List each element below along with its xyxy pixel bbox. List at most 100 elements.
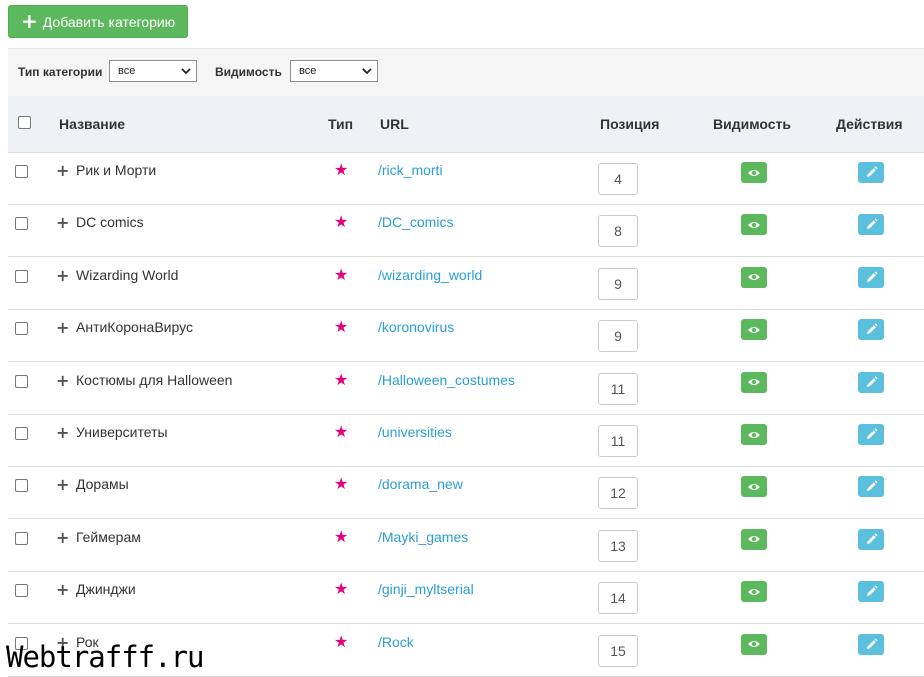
visibility-toggle-button[interactable]	[741, 266, 767, 288]
category-url-link[interactable]: /Rock	[378, 634, 414, 650]
edit-button[interactable]	[858, 214, 884, 236]
visibility-toggle-button[interactable]	[741, 476, 767, 498]
category-type-value: все	[118, 65, 136, 77]
chevron-down-icon	[362, 68, 372, 75]
table-row: + DC comics ★ /DC_comics 8	[8, 204, 924, 258]
visibility-toggle-button[interactable]	[741, 424, 767, 445]
table-row: + Геймерам ★ /Mayki_games 13	[8, 519, 924, 572]
column-header-type[interactable]: Тип	[328, 116, 353, 132]
visibility-toggle-button[interactable]	[741, 371, 767, 393]
edit-button[interactable]	[858, 319, 884, 341]
edit-button[interactable]	[858, 371, 884, 393]
eye-icon	[748, 379, 760, 386]
row-checkbox[interactable]	[15, 427, 28, 440]
visibility-toggle-button[interactable]	[741, 581, 767, 603]
position-input[interactable]: 9	[598, 267, 638, 300]
edit-button[interactable]	[858, 476, 884, 498]
edit-button[interactable]	[858, 633, 884, 655]
position-input[interactable]: 11	[598, 425, 638, 457]
watermark: Webtrafff.ru	[6, 640, 205, 674]
select-all-checkbox[interactable]	[18, 116, 31, 129]
expand-plus-icon[interactable]: +	[56, 580, 69, 599]
row-checkbox[interactable]	[15, 374, 28, 388]
category-url-link[interactable]: /ginji_myltserial	[378, 581, 474, 597]
add-category-label: Добавить категорию	[42, 13, 176, 30]
filter-bar: Тип категории все Видимость все	[8, 48, 924, 97]
eye-icon	[748, 326, 760, 333]
expand-plus-icon[interactable]: +	[56, 318, 69, 337]
position-input[interactable]: 13	[598, 529, 638, 562]
edit-button[interactable]	[858, 528, 884, 550]
category-url-link[interactable]: /wizarding_world	[378, 267, 482, 283]
category-name: Костюмы для Halloween	[76, 371, 233, 388]
position-input[interactable]: 14	[598, 582, 638, 615]
category-url-link[interactable]: /dorama_new	[378, 476, 463, 492]
category-type-label: Тип категории	[18, 65, 103, 79]
row-checkbox[interactable]	[15, 531, 28, 545]
pencil-icon	[866, 271, 878, 282]
row-checkbox[interactable]	[15, 479, 28, 493]
visibility-toggle-button[interactable]	[741, 633, 767, 655]
category-url-link[interactable]: /universities	[378, 424, 452, 440]
column-header-visibility[interactable]: Видимость	[713, 116, 791, 132]
visibility-label: Видимость	[215, 65, 282, 79]
expand-plus-icon[interactable]: +	[56, 423, 69, 442]
column-header-position[interactable]: Позиция	[600, 116, 659, 132]
category-url-link[interactable]: /koronovirus	[378, 319, 454, 335]
pencil-icon	[866, 323, 878, 335]
edit-button[interactable]	[858, 266, 884, 288]
eye-icon	[748, 483, 760, 490]
row-checkbox[interactable]	[15, 322, 28, 336]
edit-button[interactable]	[858, 581, 884, 603]
expand-plus-icon[interactable]: +	[56, 475, 69, 494]
visibility-toggle-button[interactable]	[741, 162, 767, 183]
table-row: + Рик и Морти ★ /rick_morti 4	[8, 152, 924, 205]
expand-plus-icon[interactable]: +	[56, 213, 69, 232]
star-icon: ★	[334, 212, 349, 232]
add-category-button[interactable]: + Добавить категорию	[8, 5, 188, 38]
table-row: + Костюмы для Halloween ★ /Halloween_costum…	[8, 362, 924, 415]
category-name: Геймерам	[76, 528, 141, 545]
column-header-name[interactable]: Название	[59, 116, 125, 132]
position-input[interactable]: 9	[598, 320, 638, 353]
star-icon: ★	[334, 422, 349, 441]
expand-plus-icon[interactable]: +	[56, 161, 69, 180]
position-input[interactable]: 15	[598, 634, 638, 667]
category-url-link[interactable]: /Halloween_costumes	[378, 372, 515, 388]
position-input[interactable]: 8	[598, 215, 638, 248]
category-type-select[interactable]: все	[109, 60, 197, 82]
position-input[interactable]: 12	[598, 477, 638, 510]
category-name: Университеты	[76, 424, 168, 440]
row-checkbox[interactable]	[15, 584, 28, 598]
visibility-toggle-button[interactable]	[741, 319, 767, 341]
row-checkbox[interactable]	[15, 269, 28, 283]
visibility-toggle-button[interactable]	[741, 528, 767, 550]
visibility-select[interactable]: все	[290, 60, 378, 82]
chevron-down-icon	[181, 68, 191, 75]
column-header-url[interactable]: URL	[380, 116, 409, 132]
category-url-link[interactable]: /DC_comics	[378, 214, 453, 230]
visibility-value: все	[299, 65, 317, 77]
table-row: + Дорамы ★ /dorama_new 12	[8, 466, 924, 520]
category-name: DC comics	[76, 214, 144, 231]
row-checkbox[interactable]	[15, 217, 28, 231]
table-row: + Джинджи ★ /ginji_myltserial 14	[8, 571, 924, 625]
expand-plus-icon[interactable]: +	[56, 371, 69, 390]
category-name: Рик и Морти	[76, 162, 157, 178]
pencil-icon	[866, 533, 878, 544]
category-url-link[interactable]: /rick_morti	[378, 162, 443, 178]
expand-plus-icon[interactable]: +	[56, 528, 69, 547]
pencil-icon	[866, 585, 878, 597]
edit-button[interactable]	[858, 162, 884, 183]
pencil-icon	[866, 218, 878, 230]
expand-plus-icon[interactable]: +	[56, 266, 69, 285]
category-url-link[interactable]: /Mayki_games	[378, 529, 468, 545]
edit-button[interactable]	[858, 424, 884, 445]
visibility-toggle-button[interactable]	[741, 214, 767, 236]
pencil-icon	[866, 166, 878, 177]
row-checkbox[interactable]	[15, 165, 28, 178]
star-icon: ★	[334, 579, 349, 599]
position-input[interactable]: 11	[598, 372, 638, 405]
table-header: Название Тип URL Позиция Видимость Дейст…	[8, 96, 924, 153]
position-input[interactable]: 4	[598, 163, 638, 195]
